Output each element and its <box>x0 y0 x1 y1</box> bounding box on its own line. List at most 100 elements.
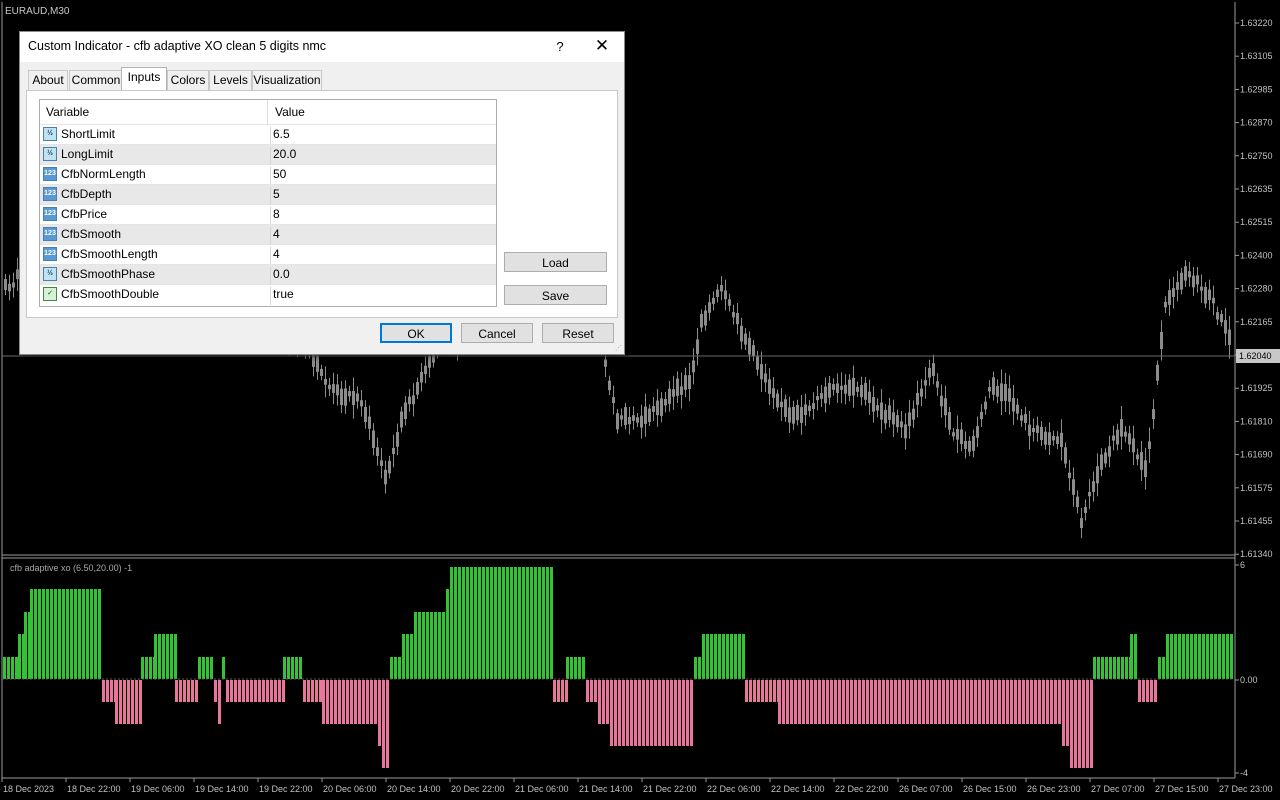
price-candle <box>1072 479 1075 495</box>
indicator-bar <box>358 680 361 724</box>
price-tick-label: 1.62280 <box>1240 284 1273 294</box>
input-value[interactable]: 8 <box>270 207 496 225</box>
indicator-bar <box>187 680 190 702</box>
indicator-bar <box>1006 680 1009 724</box>
indicator-bar <box>530 567 533 679</box>
indicator-bar <box>222 657 225 679</box>
price-candle <box>976 426 979 438</box>
indicator-bar <box>450 567 453 679</box>
indicator-bar <box>466 567 469 679</box>
inputs-table: Variable Value ½ ShortLimit 6.5 ½ LongLi… <box>39 99 497 307</box>
price-candle <box>612 397 615 404</box>
indicator-bar <box>638 680 641 746</box>
current-price-tag: 1.62040 <box>1236 349 1280 363</box>
price-candle <box>880 402 883 420</box>
indicator-bar <box>1074 680 1077 768</box>
price-candle <box>1204 286 1207 304</box>
time-tick-label: 27 Dec 23:00 <box>1219 784 1273 794</box>
indicator-bar <box>62 589 65 679</box>
price-candle <box>1224 320 1227 334</box>
tab-visualization[interactable]: Visualization <box>252 70 322 90</box>
price-candle <box>1084 507 1087 513</box>
tab-levels[interactable]: Levels <box>209 70 252 90</box>
indicator-bar <box>966 680 969 724</box>
indicator-bar <box>382 680 385 768</box>
price-candle <box>744 333 747 345</box>
resize-grip-icon[interactable]: ⋰ <box>615 345 623 353</box>
indicator-bar <box>226 680 229 702</box>
indicator-bar <box>838 680 841 724</box>
ok-button[interactable]: OK <box>380 323 452 343</box>
input-row-cfbsmoothphase[interactable]: ½ CfbSmoothPhase 0.0 <box>40 264 496 285</box>
tab-inputs[interactable]: Inputs <box>121 67 167 91</box>
indicator-bar <box>778 680 781 724</box>
price-candle <box>884 409 887 424</box>
close-icon[interactable]: ✕ <box>590 34 614 58</box>
price-candle <box>1208 289 1211 301</box>
price-candle <box>648 408 651 422</box>
input-value[interactable]: 6.5 <box>270 127 496 145</box>
input-row-cfbsmoothlength[interactable]: 123 CfbSmoothLength 4 <box>40 244 496 265</box>
fraction-icon: ½ <box>43 127 57 141</box>
price-candle <box>704 310 707 326</box>
indicator-bar <box>470 567 473 679</box>
price-candle <box>748 337 751 355</box>
input-value[interactable]: true <box>270 287 496 305</box>
input-row-cfbdepth[interactable]: 123 CfbDepth 5 <box>40 184 496 205</box>
inputs-panel: Variable Value ½ ShortLimit 6.5 ½ LongLi… <box>26 90 618 318</box>
indicator-bar <box>802 680 805 724</box>
indicator-bar <box>934 680 937 724</box>
price-candle <box>864 382 867 400</box>
input-row-shortlimit[interactable]: ½ ShortLimit 6.5 <box>40 124 496 145</box>
input-value[interactable]: 20.0 <box>270 147 496 165</box>
price-candle <box>1044 431 1047 445</box>
input-row-longlimit[interactable]: ½ LongLimit 20.0 <box>40 144 496 165</box>
input-row-cfbsmoothdouble[interactable]: ✓ CfbSmoothDouble true <box>40 284 496 305</box>
indicator-bar <box>1030 680 1033 724</box>
indicator-bar <box>510 567 513 679</box>
indicator-bar <box>814 680 817 724</box>
tab-colors[interactable]: Colors <box>167 70 209 90</box>
input-row-cfbsmooth[interactable]: 123 CfbSmooth 4 <box>40 224 496 245</box>
dialog-titlebar[interactable]: Custom Indicator - cfb adaptive XO clean… <box>20 32 624 62</box>
price-candle <box>608 380 611 391</box>
price-tick-label: 1.62985 <box>1240 84 1273 94</box>
price-candle <box>1124 431 1127 437</box>
time-tick-label: 27 Dec 07:00 <box>1091 784 1145 794</box>
reset-button[interactable]: Reset <box>542 323 614 343</box>
input-value[interactable]: 0.0 <box>270 267 496 285</box>
price-candle <box>420 372 423 383</box>
price-candle <box>1080 518 1083 529</box>
column-header-value[interactable]: Value <box>269 100 496 124</box>
price-candle <box>1052 436 1055 441</box>
cancel-button[interactable]: Cancel <box>461 323 533 343</box>
indicator-bar <box>570 657 573 679</box>
input-row-cfbprice[interactable]: 123 CfbPrice 8 <box>40 204 496 225</box>
indicator-bar <box>734 634 737 679</box>
indicator-bar <box>334 680 337 724</box>
price-candle <box>944 398 947 416</box>
input-row-cfbnormlength[interactable]: 123 CfbNormLength 50 <box>40 164 496 185</box>
load-button[interactable]: Load <box>504 252 607 272</box>
indicator-bar <box>422 612 425 679</box>
price-candle <box>764 373 767 383</box>
input-value[interactable]: 50 <box>270 167 496 185</box>
tab-about[interactable]: About <box>28 70 68 90</box>
save-button[interactable]: Save <box>504 285 607 305</box>
price-candle <box>1116 429 1119 445</box>
indicator-bar <box>694 657 697 679</box>
indicator-bar <box>1146 680 1149 702</box>
input-value[interactable]: 5 <box>270 187 496 205</box>
indicator-bar <box>426 612 429 679</box>
indicator-bar <box>878 680 881 724</box>
tab-common[interactable]: Common <box>69 70 123 90</box>
price-candle <box>320 368 323 377</box>
help-button[interactable]: ? <box>550 37 570 57</box>
input-value[interactable]: 4 <box>270 227 496 245</box>
indicator-bar <box>1109 657 1112 679</box>
column-header-variable[interactable]: Variable <box>40 100 268 124</box>
price-candle <box>376 447 379 457</box>
indicator-bar <box>238 680 241 702</box>
input-value[interactable]: 4 <box>270 247 496 265</box>
price-tick-label: 1.63220 <box>1240 18 1273 28</box>
